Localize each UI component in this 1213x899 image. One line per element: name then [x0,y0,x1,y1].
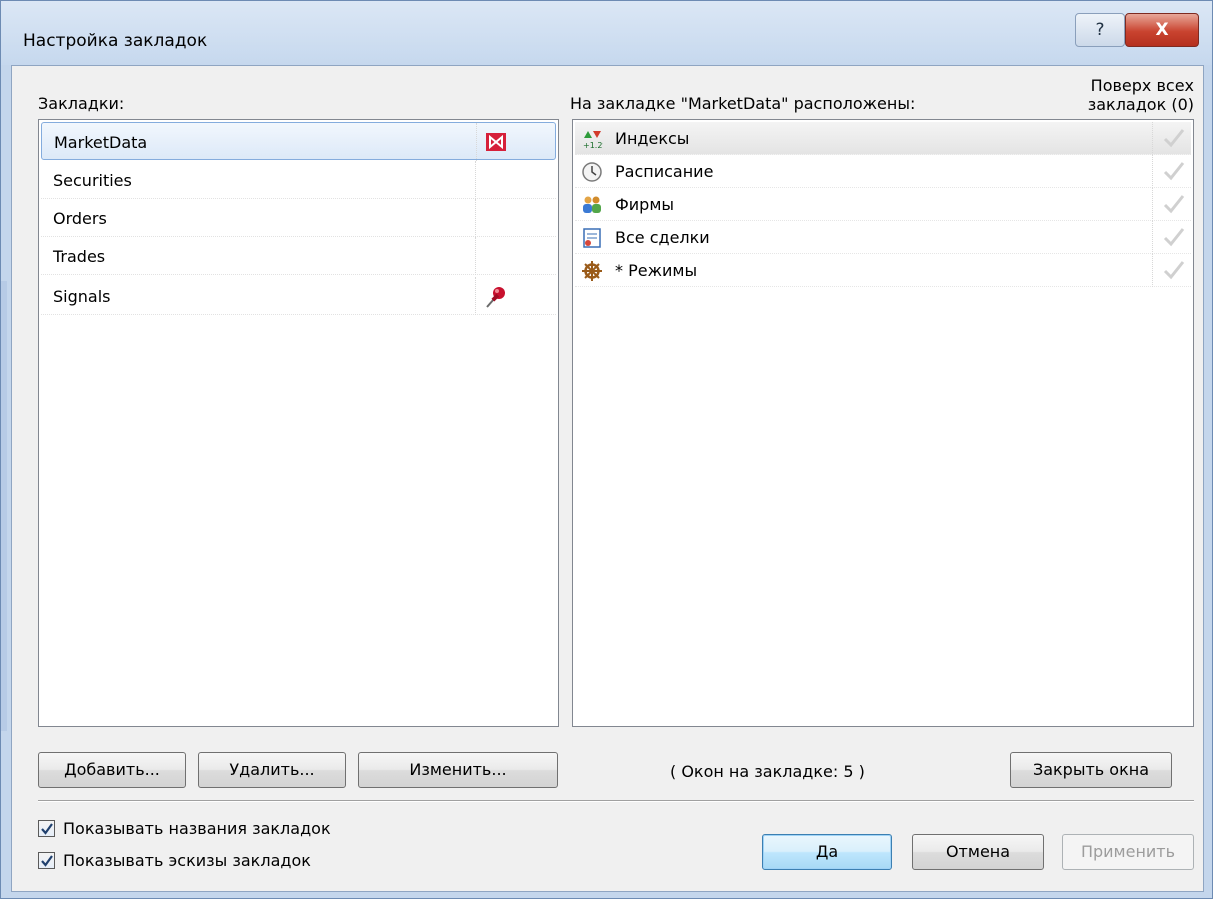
on-top-check-icon[interactable] [1161,125,1187,151]
cancel-button[interactable]: Отмена [912,834,1044,870]
bookmark-item-orders[interactable]: Orders [41,199,556,237]
bookmark-name: Orders [53,209,107,228]
help-button[interactable]: ? [1075,13,1125,47]
close-button[interactable]: X [1125,13,1199,47]
show-thumbnails-checkbox[interactable]: Показывать эскизы закладок [38,851,378,873]
window-item-modes[interactable]: * Режимы [575,254,1191,287]
bookmarks-list[interactable]: MarketData Securities Orders Trades Sign… [38,119,559,727]
checkbox-label: Показывать названия закладок [63,819,331,838]
close-windows-button[interactable]: Закрыть окна [1010,752,1172,788]
delete-bookmark-button[interactable]: Удалить... [198,752,346,788]
bookmark-name: MarketData [54,133,148,152]
window-name: Все сделки [615,228,710,247]
trades-table-icon [581,227,603,249]
column-separator [1152,155,1153,188]
window-name: * Режимы [615,261,698,280]
edit-bookmark-button[interactable]: Изменить... [358,752,558,788]
column-separator [476,123,477,161]
dialog-title: Настройка закладок [23,31,208,51]
window-edge-accent [1,281,7,731]
checkbox-label: Показывать эскизы закладок [63,851,311,870]
on-top-check-icon[interactable] [1161,158,1187,184]
window-item-all-trades[interactable]: Все сделки [575,221,1191,254]
bookmark-item-trades[interactable]: Trades [41,237,556,275]
add-bookmark-button[interactable]: Добавить... [38,752,186,788]
moex-logo-icon [484,130,508,154]
bookmark-settings-dialog: Настройка закладок ? X Закладки: На закл… [0,0,1213,899]
bookmark-name: Signals [53,287,111,306]
bookmarks-label: Закладки: [38,94,125,113]
column-separator [1152,221,1153,254]
column-separator [475,237,476,275]
bookmark-name: Securities [53,171,132,190]
on-top-check-icon[interactable] [1161,224,1187,250]
window-item-indexes[interactable]: +1.2% Индексы [575,122,1191,155]
on-top-column-header: Поверх всех закладок (0) [1087,76,1194,114]
window-item-schedule[interactable]: Расписание [575,155,1191,188]
index-chart-icon: +1.2% [581,128,610,150]
column-separator [475,161,476,199]
window-count-status: ( Окон на закладке: 5 ) [670,762,865,781]
on-top-check-icon[interactable] [1161,257,1187,283]
bookmark-name: Trades [53,247,106,266]
window-name: Индексы [615,129,690,148]
apply-button[interactable]: Применить [1062,834,1194,870]
section-divider [38,800,1194,802]
bookmark-item-signals[interactable]: Signals [41,277,556,315]
column-separator [1152,254,1153,287]
tab-windows-list[interactable]: +1.2% Индексы Расписание Фирмы [572,119,1194,727]
on-top-check-icon[interactable] [1161,191,1187,217]
column-separator [1152,122,1153,155]
title-bar[interactable]: Настройка закладок ? X [1,1,1212,65]
ok-button[interactable]: Да [762,834,892,870]
tab-contents-label: На закладке "MarketData" расположены: [570,94,916,113]
checkbox-checked-icon[interactable] [38,820,55,837]
window-name: Расписание [615,162,714,181]
column-separator [475,277,476,315]
clock-icon [581,161,603,183]
show-names-checkbox[interactable]: Показывать названия закладок [38,819,378,841]
window-item-firms[interactable]: Фирмы [575,188,1191,221]
dialog-body: Закладки: На закладке "MarketData" распо… [11,65,1204,892]
ship-wheel-icon [581,260,603,282]
column-separator [475,199,476,237]
bookmark-item-marketdata[interactable]: MarketData [41,122,556,161]
pushpin-icon[interactable] [483,284,507,308]
window-name: Фирмы [615,195,675,214]
bookmark-item-securities[interactable]: Securities [41,161,556,199]
column-separator [1152,188,1153,221]
checkbox-checked-icon[interactable] [38,852,55,869]
svg-text:+1.2%: +1.2% [583,141,603,150]
people-icon [581,194,603,216]
